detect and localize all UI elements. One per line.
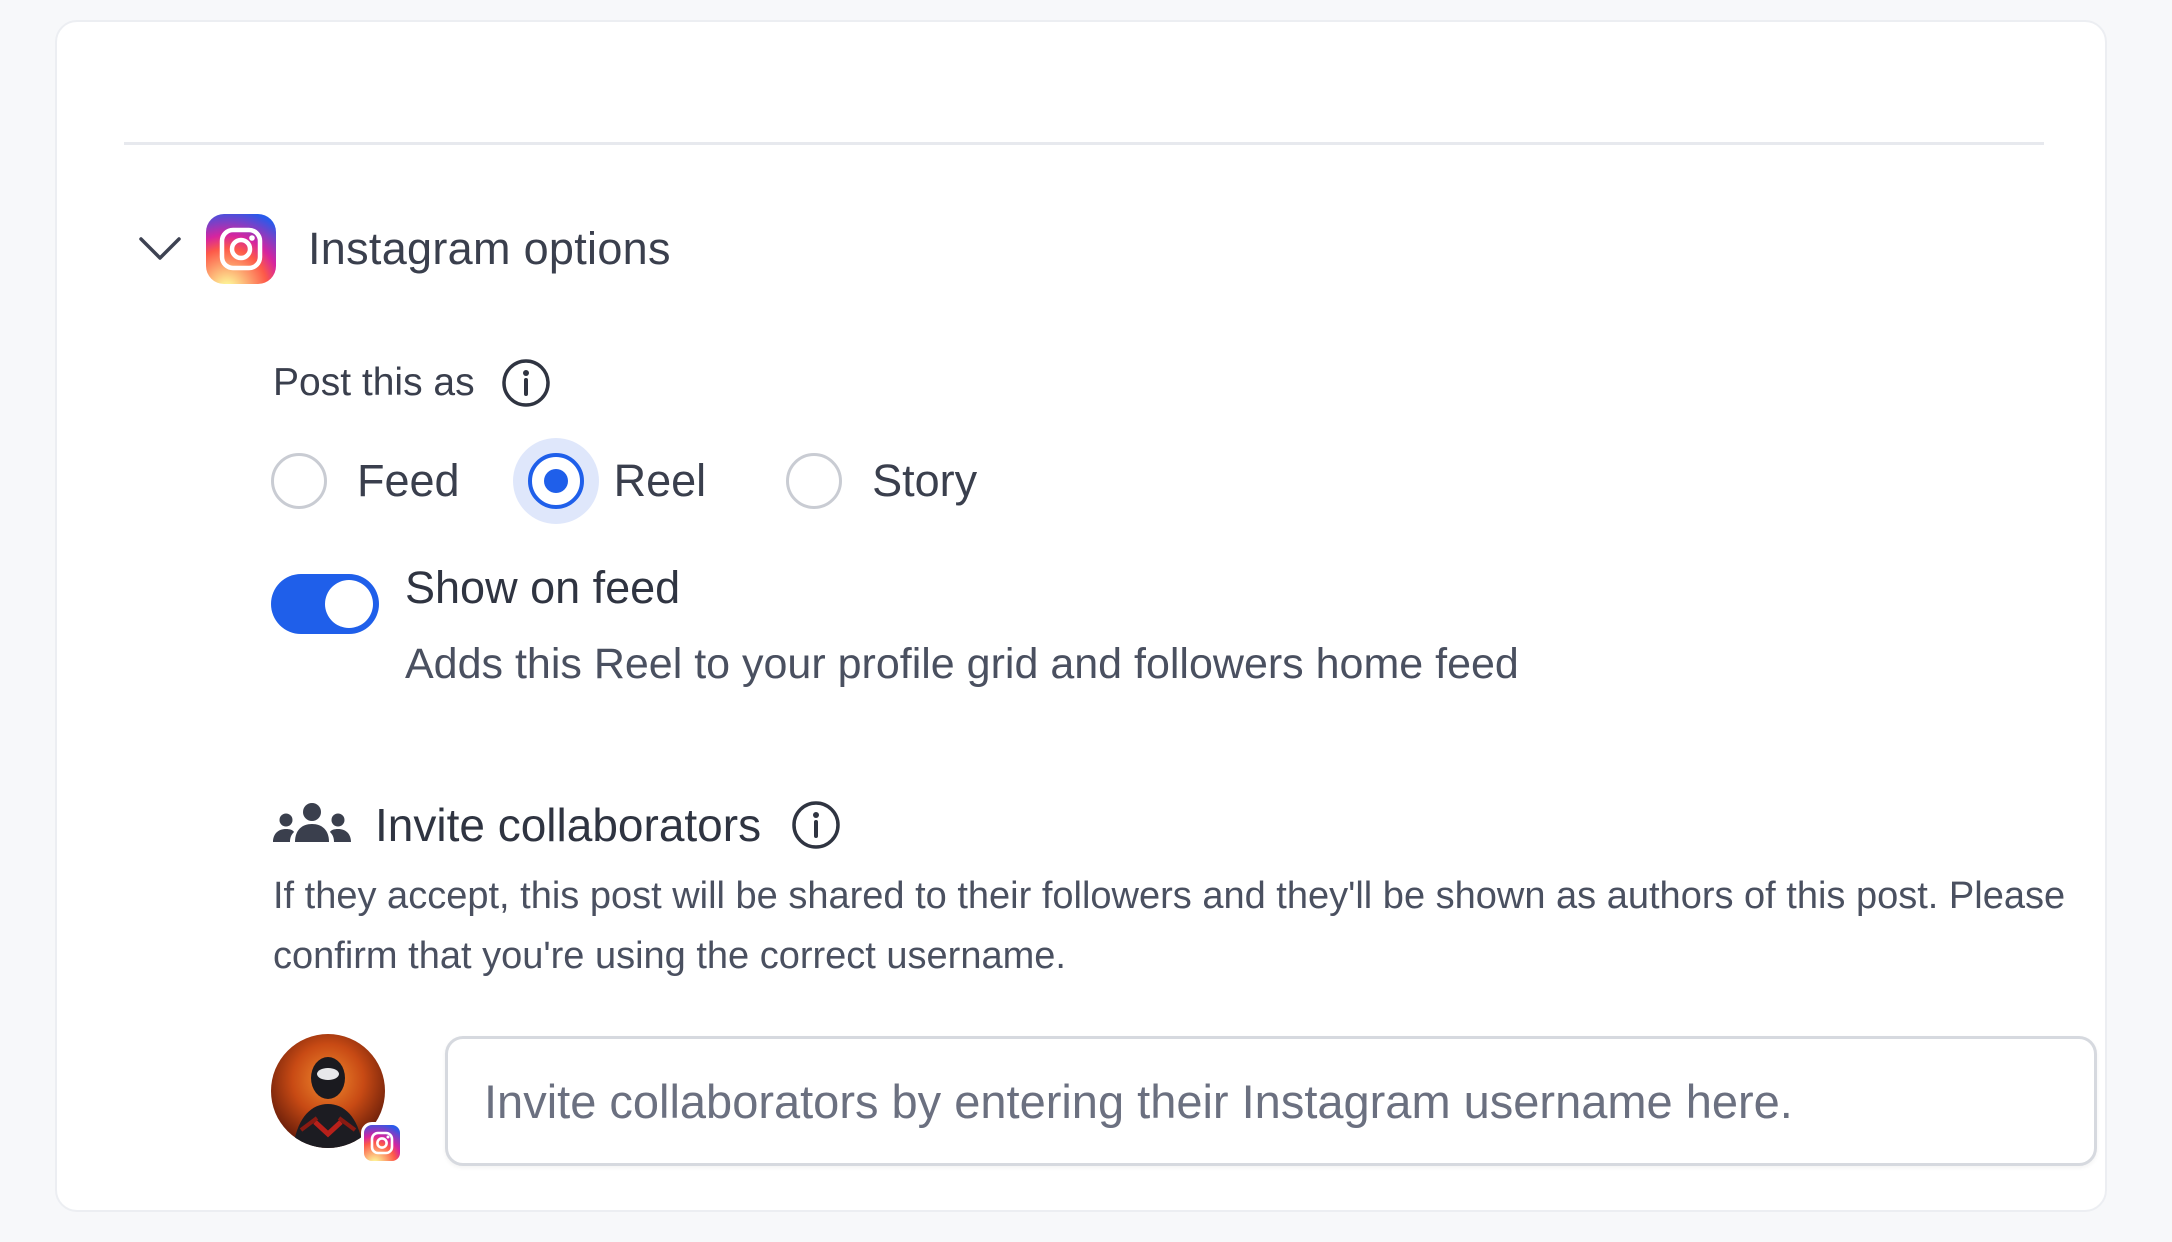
- post-as-row: Post this as: [273, 358, 551, 408]
- show-on-feed-title: Show on feed: [405, 562, 681, 613]
- radio-reel[interactable]: [527, 453, 584, 509]
- show-on-feed-description: Adds this Reel to your profile grid and …: [405, 640, 1519, 688]
- toggle-knob: [325, 580, 373, 628]
- radio-focus-ring: [512, 438, 599, 524]
- post-as-label: Post this as: [273, 361, 475, 404]
- section-title: Instagram options: [308, 223, 671, 274]
- radio-option-feed[interactable]: Feed: [271, 453, 460, 509]
- instagram-options-header[interactable]: Instagram options: [132, 204, 671, 294]
- radio-label-reel: Reel: [613, 455, 707, 506]
- radio-story[interactable]: [786, 453, 843, 509]
- chevron-down-icon[interactable]: [132, 221, 188, 277]
- collaborators-title: Invite collaborators: [375, 799, 762, 851]
- instagram-icon: [206, 214, 276, 284]
- account-avatar: [271, 1034, 405, 1168]
- section-divider: [124, 142, 2044, 145]
- radio-label-story: Story: [872, 455, 978, 506]
- post-type-radio-group: Feed Reel Story: [271, 436, 977, 526]
- radio-option-story[interactable]: Story: [786, 453, 977, 509]
- radio-feed[interactable]: [271, 453, 327, 509]
- collaborators-description: If they accept, this post will be shared…: [273, 875, 2066, 977]
- instagram-options-card: Instagram options Post this as Feed Reel…: [55, 20, 2107, 1212]
- radio-option-reel[interactable]: Reel: [512, 438, 707, 524]
- info-icon[interactable]: [501, 358, 551, 408]
- show-on-feed-toggle[interactable]: [271, 574, 379, 634]
- collaborator-username-input[interactable]: [445, 1036, 2097, 1166]
- people-icon: [271, 800, 353, 850]
- radio-label-feed: Feed: [357, 455, 460, 506]
- collaborators-header: Invite collaborators: [271, 794, 841, 856]
- info-icon[interactable]: [791, 800, 841, 850]
- instagram-badge-icon: [361, 1122, 403, 1164]
